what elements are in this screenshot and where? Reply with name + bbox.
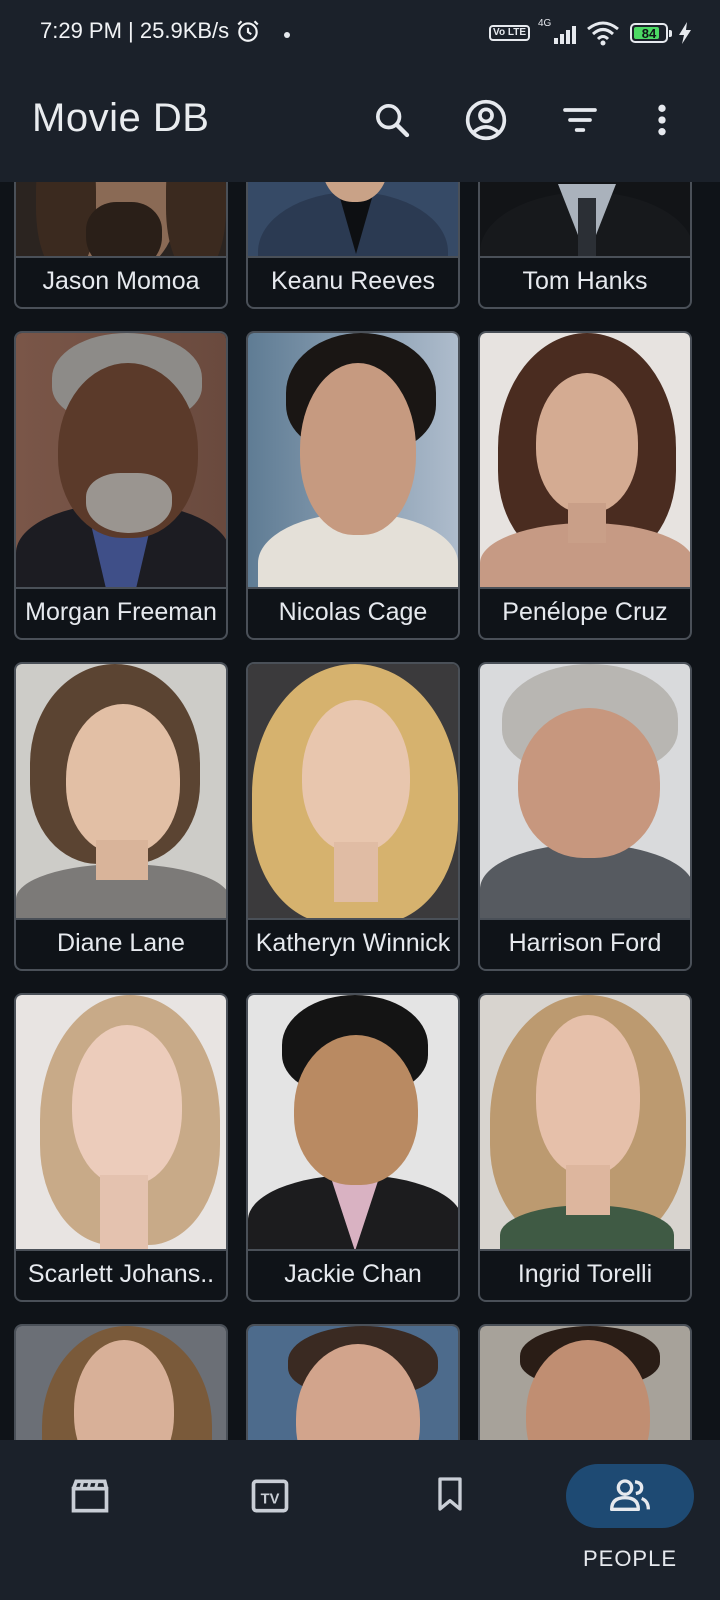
nav-tv[interactable]: TV xyxy=(180,1440,360,1600)
nav-movies[interactable] xyxy=(0,1440,180,1600)
person-photo xyxy=(16,182,226,258)
person-card[interactable] xyxy=(478,1324,692,1440)
person-name: Penélope Cruz xyxy=(502,598,668,626)
person-name: Jackie Chan xyxy=(284,1260,422,1288)
person-card[interactable]: Katheryn Winnick xyxy=(246,662,460,971)
person-photo xyxy=(16,1326,226,1440)
person-card[interactable]: Harrison Ford xyxy=(478,662,692,971)
bottom-navigation: TV PEOPLE xyxy=(0,1440,720,1600)
account-icon xyxy=(465,99,507,141)
person-photo xyxy=(480,1326,690,1440)
person-card[interactable]: Jackie Chan xyxy=(246,993,460,1302)
more-vert-icon xyxy=(658,104,666,136)
more-options-button[interactable] xyxy=(634,92,690,148)
wifi-icon xyxy=(587,21,619,46)
status-right: Vo LTE 4G 84 xyxy=(489,18,692,46)
person-photo xyxy=(480,182,690,258)
person-card[interactable]: Nicolas Cage xyxy=(246,331,460,640)
status-left: 7:29 PM | 25.9KB/s xyxy=(40,18,261,44)
tv-icon: TV xyxy=(248,1474,292,1518)
person-name: Scarlett Johans.. xyxy=(27,1260,215,1288)
battery-indicator: 84 xyxy=(630,23,672,43)
svg-text:TV: TV xyxy=(261,1491,280,1507)
movie-clapper-icon xyxy=(68,1474,112,1518)
person-name: Ingrid Torelli xyxy=(517,1260,653,1288)
person-photo xyxy=(248,995,458,1251)
person-photo xyxy=(480,995,690,1251)
signal-icon: 4G xyxy=(538,18,576,44)
volte-badge: Vo LTE xyxy=(489,25,530,41)
person-photo xyxy=(16,333,226,589)
nav-label-people: PEOPLE xyxy=(582,1546,678,1571)
person-name: Diane Lane xyxy=(57,929,185,957)
people-grid[interactable]: Jason Momoa Keanu Reeves Tom Hanks Morga… xyxy=(0,182,720,1440)
person-card[interactable]: Tom Hanks xyxy=(478,182,692,309)
filter-icon xyxy=(563,108,597,132)
search-icon xyxy=(376,104,410,138)
person-photo xyxy=(16,995,226,1251)
person-name: Keanu Reeves xyxy=(270,267,435,295)
person-card[interactable] xyxy=(14,1324,228,1440)
bookmark-icon xyxy=(430,1474,470,1514)
person-card[interactable] xyxy=(246,1324,460,1440)
alarm-icon xyxy=(237,20,259,42)
charging-icon xyxy=(679,22,691,44)
person-card[interactable]: Penélope Cruz xyxy=(478,331,692,640)
person-name: Morgan Freeman xyxy=(25,598,217,626)
person-photo xyxy=(248,1326,458,1440)
nav-bookmarks[interactable] xyxy=(360,1440,540,1600)
person-card[interactable]: Ingrid Torelli xyxy=(478,993,692,1302)
filter-button[interactable] xyxy=(552,92,608,148)
person-photo xyxy=(248,664,458,920)
movie-db-app: 7:29 PM | 25.9KB/s Vo LTE 4G 84 Movie DB… xyxy=(0,0,720,1600)
search-button[interactable] xyxy=(364,92,420,148)
person-photo xyxy=(16,664,226,920)
person-photo xyxy=(480,664,690,920)
app-bar: Movie DB xyxy=(0,70,720,182)
people-icon xyxy=(606,1476,654,1516)
person-card[interactable]: Morgan Freeman xyxy=(14,331,228,640)
battery-text: 84 xyxy=(641,25,657,41)
person-photo xyxy=(480,333,690,589)
person-photo xyxy=(248,333,458,589)
nav-people[interactable]: PEOPLE xyxy=(540,1440,720,1600)
status-bar: 7:29 PM | 25.9KB/s Vo LTE 4G 84 xyxy=(0,0,720,70)
person-card[interactable]: Scarlett Johans.. xyxy=(14,993,228,1302)
person-name: Harrison Ford xyxy=(508,929,662,957)
person-card[interactable]: Keanu Reeves xyxy=(246,182,460,309)
person-name: Nicolas Cage xyxy=(278,598,428,626)
person-photo xyxy=(248,182,458,258)
person-card[interactable]: Diane Lane xyxy=(14,662,228,971)
network-type-label: 4G xyxy=(538,18,552,29)
notification-dot xyxy=(284,32,290,38)
account-button[interactable] xyxy=(458,92,514,148)
app-title: Movie DB xyxy=(32,96,210,140)
person-name: Katheryn Winnick xyxy=(255,929,451,957)
person-name: Tom Hanks xyxy=(522,267,648,295)
person-card[interactable]: Jason Momoa xyxy=(14,182,228,309)
status-time-speed: 7:29 PM | 25.9KB/s xyxy=(40,18,230,43)
person-name: Jason Momoa xyxy=(42,267,200,295)
